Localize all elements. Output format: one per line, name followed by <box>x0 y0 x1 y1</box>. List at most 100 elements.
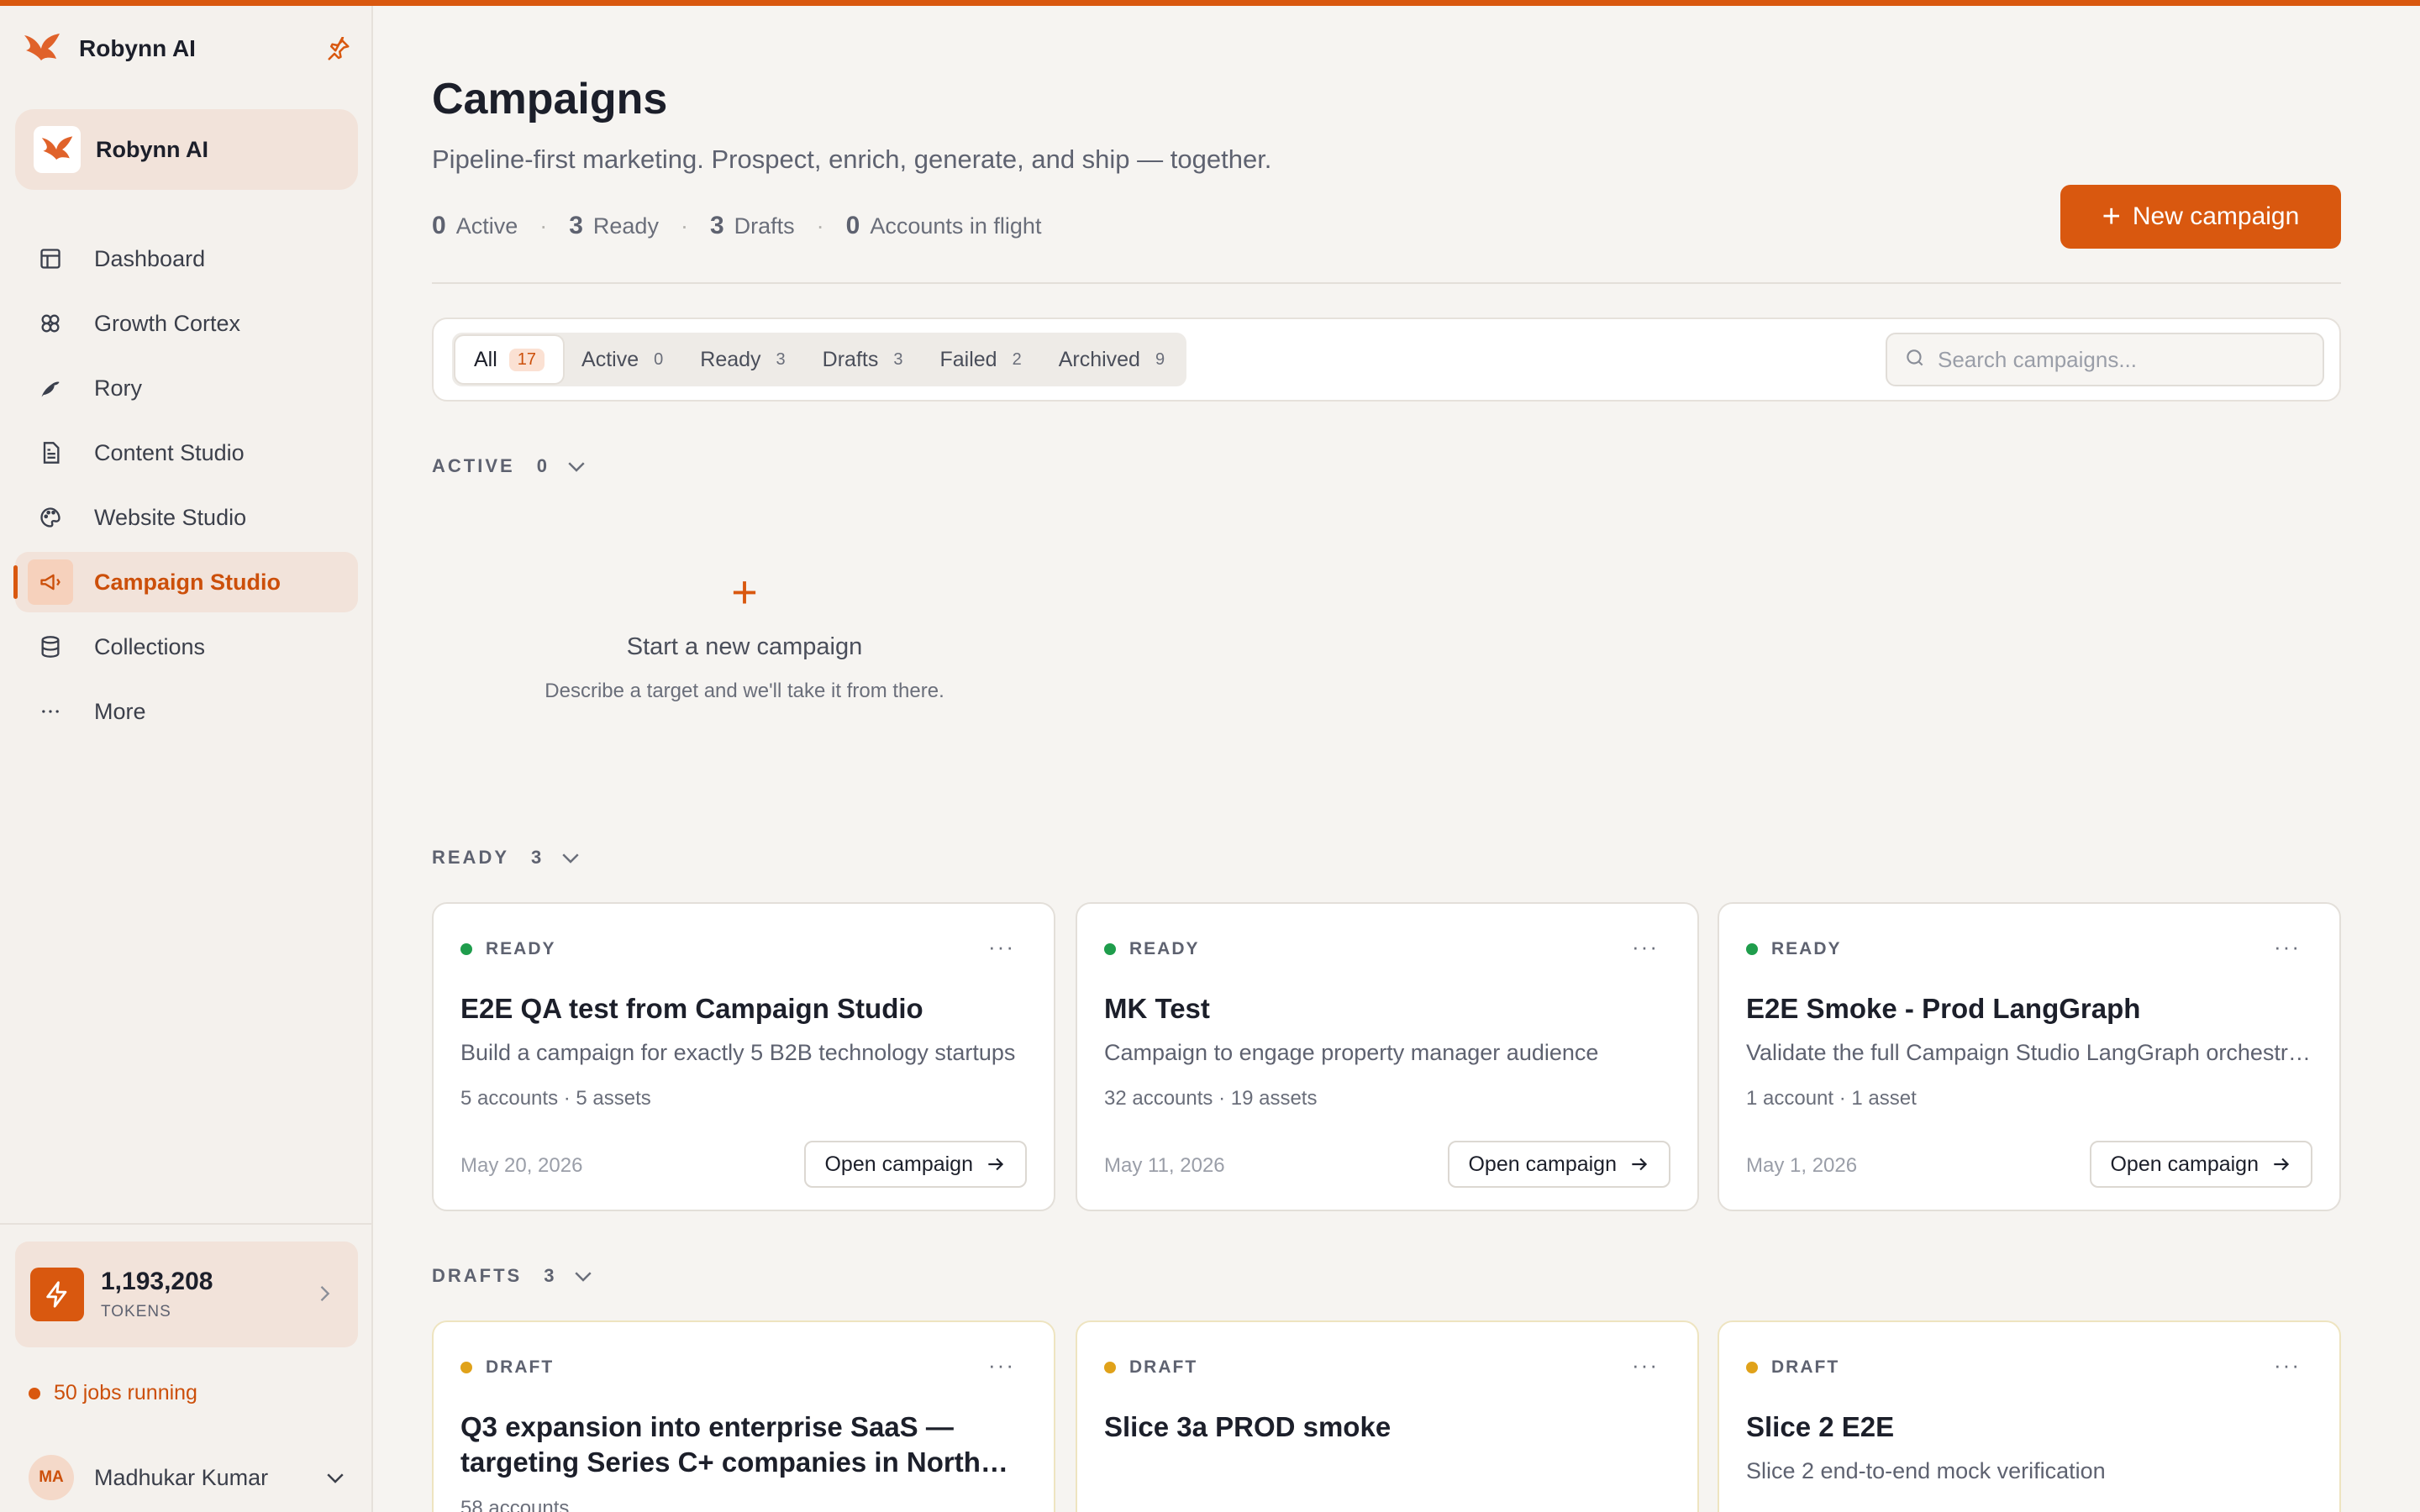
tab-archived[interactable]: Archived 9 <box>1040 336 1183 383</box>
status-badge: DRAFT <box>1746 1357 1839 1378</box>
status-badge: READY <box>1746 939 1842 959</box>
tab-failed[interactable]: Failed 2 <box>921 336 1039 383</box>
sidebar-item-more[interactable]: More <box>15 681 358 742</box>
section-count: 0 <box>536 455 547 476</box>
sidebar-item-collections[interactable]: Collections <box>15 617 358 677</box>
more-options-icon[interactable]: ··· <box>2274 934 2301 960</box>
sidebar-item-label: Website Studio <box>94 504 247 530</box>
open-campaign-button[interactable]: Open campaign <box>2090 1141 2312 1188</box>
section-header-active[interactable]: ACTIVE 0 <box>432 454 589 479</box>
sidebar-item-label: Rory <box>94 375 143 401</box>
more-options-icon[interactable]: ··· <box>1632 934 1659 960</box>
tab-all[interactable]: All 17 <box>455 336 564 383</box>
new-campaign-button[interactable]: + New campaign <box>2060 185 2341 249</box>
status-badge: READY <box>1104 939 1200 959</box>
campaign-description: Validate the full Campaign Studio LangGr… <box>1746 1040 2317 1065</box>
sidebar-item-rory[interactable]: Rory <box>15 358 358 418</box>
campaign-title: MK Test <box>1104 993 1210 1024</box>
tokens-card[interactable]: 1,193,208 TOKENS <box>15 1242 358 1347</box>
search-input[interactable] <box>1938 346 2307 373</box>
tokens-label: TOKENS <box>101 1303 171 1320</box>
campaign-title: E2E Smoke - Prod LangGraph <box>1746 993 2141 1024</box>
tab-count: 3 <box>893 349 903 369</box>
tokens-value: 1,193,208 <box>101 1268 213 1295</box>
tab-drafts[interactable]: Drafts 3 <box>804 336 922 383</box>
campaign-meta: 32 accounts · 19 assets <box>1104 1087 1318 1110</box>
tab-ready[interactable]: Ready 3 <box>681 336 803 383</box>
tab-active[interactable]: Active 0 <box>563 336 681 383</box>
empty-title: Start a new campaign <box>626 633 863 660</box>
campaign-title: Slice 3a PROD smoke <box>1104 1411 1392 1442</box>
pin-icon[interactable] <box>326 35 351 62</box>
campaign-card[interactable]: READY ··· E2E QA test from Campaign Stud… <box>432 902 1055 1211</box>
status-label: READY <box>1771 939 1842 958</box>
open-campaign-button[interactable]: Open campaign <box>804 1141 1027 1188</box>
plus-icon: + <box>731 567 758 617</box>
empty-state[interactable]: + Start a new campaign Describe a target… <box>534 568 955 706</box>
section-header-drafts[interactable]: DRAFTS 3 <box>432 1263 596 1289</box>
tab-label: Drafts <box>822 347 879 371</box>
section-label: DRAFTS <box>432 1265 523 1286</box>
tab-label: Ready <box>700 347 761 371</box>
chevron-down-icon <box>564 454 589 479</box>
more-options-icon[interactable]: ··· <box>1632 1352 1659 1378</box>
campaign-description: Campaign to engage property manager audi… <box>1104 1040 1599 1065</box>
jobs-status[interactable]: 50 jobs running <box>29 1381 197 1405</box>
campaign-meta: 5 accounts · 5 assets <box>460 1087 651 1110</box>
section-count: 3 <box>531 847 542 868</box>
status-label: READY <box>1129 939 1200 958</box>
campaign-card[interactable]: READY ··· MK Test Campaign to engage pro… <box>1076 902 1699 1211</box>
more-options-icon[interactable]: ··· <box>988 1352 1015 1378</box>
sidebar-item-label: Growth Cortex <box>94 310 241 336</box>
open-campaign-label: Open campaign <box>2110 1152 2259 1176</box>
open-campaign-label: Open campaign <box>824 1152 973 1176</box>
campaign-card[interactable]: READY ··· E2E Smoke - Prod LangGraph Val… <box>1718 902 2341 1211</box>
robin-logo-icon <box>22 29 62 69</box>
chevron-down-icon <box>323 1465 348 1490</box>
sidebar-item-website-studio[interactable]: Website Studio <box>15 487 358 548</box>
tab-count: 17 <box>508 348 545 371</box>
campaign-date: May 20, 2026 <box>460 1154 583 1177</box>
main-content: Campaigns Pipeline-first marketing. Pros… <box>375 0 2420 1512</box>
user-menu[interactable]: MA Madhukar Kumar <box>29 1455 348 1500</box>
stat-separator: · <box>680 213 688 239</box>
open-campaign-button[interactable]: Open campaign <box>1448 1141 1670 1188</box>
tab-label: Active <box>581 347 639 371</box>
sidebar-item-dashboard[interactable]: Dashboard <box>15 228 358 289</box>
sidebar-item-content-studio[interactable]: Content Studio <box>15 423 358 483</box>
status-dot <box>460 943 472 955</box>
stat-ready-label: Ready <box>592 213 659 239</box>
status-label: READY <box>486 939 556 958</box>
workspace-name: Robynn AI <box>96 136 208 162</box>
campaign-card[interactable]: DRAFT ··· Slice 3a PROD smoke <box>1076 1320 1699 1512</box>
section-label: READY <box>432 847 510 868</box>
section-header-ready[interactable]: READY 3 <box>432 845 583 870</box>
campaign-card[interactable]: DRAFT ··· Slice 2 E2E Slice 2 end-to-end… <box>1718 1320 2341 1512</box>
document-icon <box>35 438 66 468</box>
more-options-icon[interactable]: ··· <box>988 934 1015 960</box>
arrow-right-icon <box>1628 1153 1650 1175</box>
sidebar-item-growth-cortex[interactable]: Growth Cortex <box>15 293 358 354</box>
campaign-title: Slice 2 E2E <box>1746 1411 1895 1442</box>
workspace-switcher[interactable]: Robynn AI <box>15 109 358 190</box>
tab-label: Failed <box>939 347 997 371</box>
more-options-icon[interactable]: ··· <box>2274 1352 2301 1378</box>
sidebar-item-label: Content Studio <box>94 439 245 465</box>
campaign-card[interactable]: DRAFT ··· Q3 expansion into enterprise S… <box>432 1320 1055 1512</box>
sidebar-divider <box>0 1223 373 1225</box>
stat-ready-num: 3 <box>569 212 583 239</box>
status-badge: READY <box>460 939 556 959</box>
sidebar-item-label: Campaign Studio <box>94 569 281 595</box>
brand[interactable]: Robynn AI <box>22 25 351 72</box>
filter-bar: All 17 Active 0 Ready 3 Drafts 3 Failed … <box>432 318 2341 402</box>
status-dot <box>1746 943 1758 955</box>
campaign-description: Build a campaign for exactly 5 B2B techn… <box>460 1040 1016 1065</box>
section-label: ACTIVE <box>432 455 515 476</box>
lightning-icon <box>30 1268 84 1321</box>
sidebar-item-campaign-studio[interactable]: Campaign Studio <box>13 552 358 612</box>
avatar: MA <box>29 1455 74 1500</box>
sidebar-item-label: More <box>94 698 146 724</box>
campaign-date: May 1, 2026 <box>1746 1154 1858 1177</box>
jobs-label: 50 jobs running <box>54 1381 197 1404</box>
stat-drafts-label: Drafts <box>734 213 795 239</box>
